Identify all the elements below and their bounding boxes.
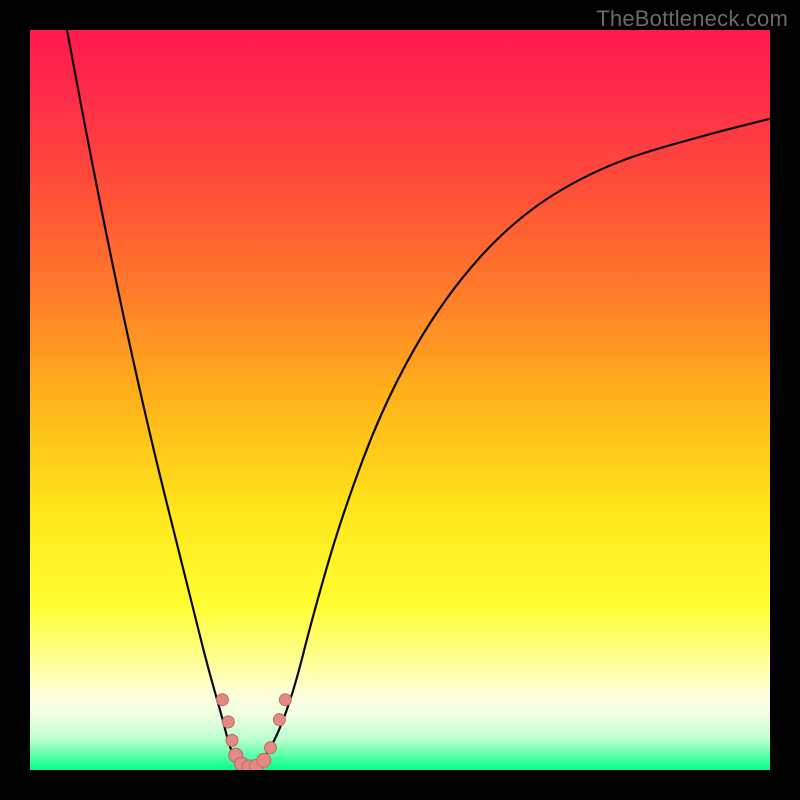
curve-marker [216, 694, 228, 706]
curve-marker [279, 694, 291, 706]
bottleneck-chart [30, 30, 770, 770]
curve-marker [257, 753, 271, 767]
curve-marker [226, 734, 238, 746]
watermark-text: TheBottleneck.com [596, 6, 788, 32]
chart-frame: TheBottleneck.com [0, 0, 800, 800]
curve-marker [273, 714, 285, 726]
curve-marker [222, 716, 234, 728]
gradient-background [30, 30, 770, 770]
curve-marker [265, 742, 277, 754]
